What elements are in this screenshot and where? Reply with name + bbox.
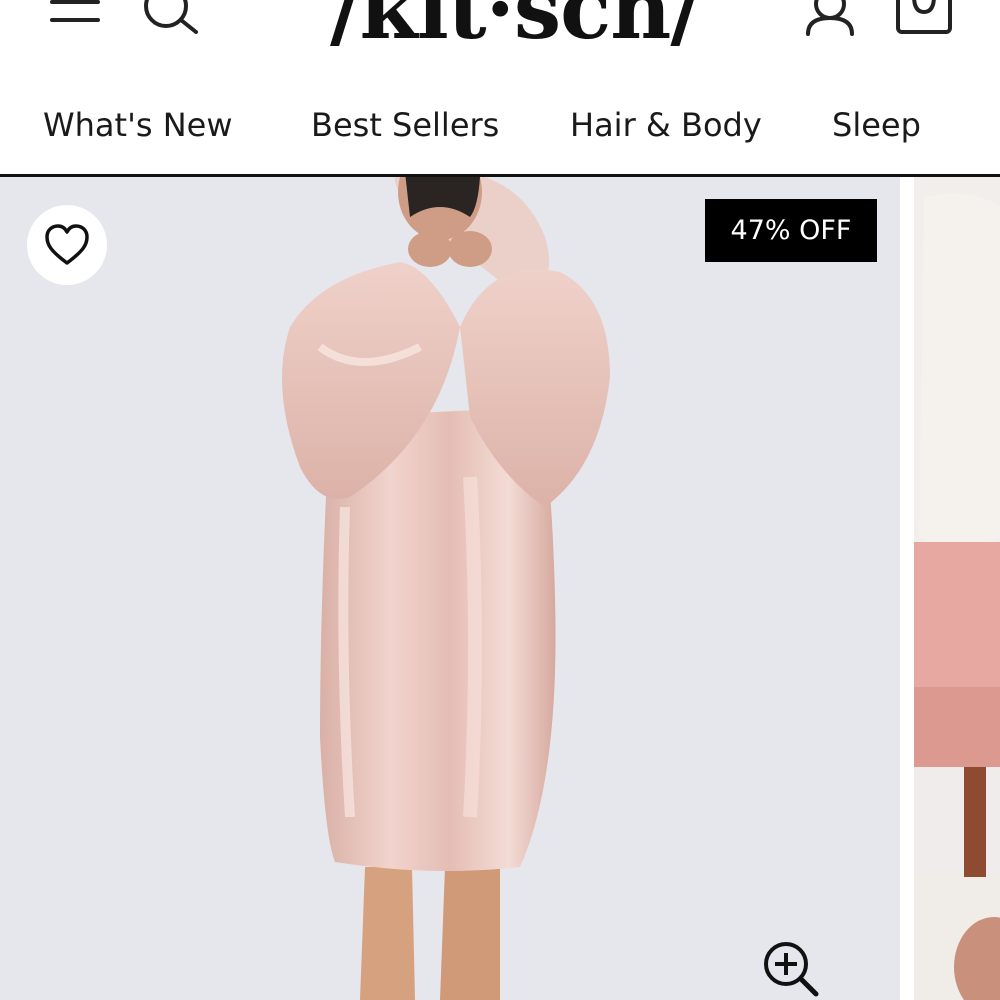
product-image[interactable] — [0, 177, 900, 1000]
shopping-bag-icon[interactable] — [892, 0, 956, 38]
nav-item-best-sellers[interactable]: Best Sellers — [311, 106, 499, 144]
nav-item-hair-body[interactable]: Hair & Body — [570, 106, 762, 144]
next-product-photo — [914, 177, 1000, 1000]
wishlist-button[interactable] — [27, 205, 107, 285]
search-icon[interactable] — [138, 0, 200, 38]
heart-outline-icon — [45, 224, 89, 265]
discount-badge: 47% OFF — [705, 199, 877, 262]
product-photo-illustration — [282, 177, 610, 1000]
brand-logo[interactable]: /kit·sch/ — [330, 0, 701, 54]
product-page: /kit·sch/ What's New Best Sellers Hair &… — [0, 0, 1000, 1000]
zoom-in-icon[interactable] — [760, 938, 820, 998]
nav-item-sleep[interactable]: Sleep — [832, 106, 921, 144]
user-account-icon[interactable] — [800, 0, 860, 38]
nav-item-whats-new[interactable]: What's New — [43, 106, 233, 144]
site-header: /kit·sch/ — [0, 0, 1000, 80]
category-nav: What's New Best Sellers Hair & Body Slee… — [0, 80, 1000, 174]
next-product-image[interactable] — [914, 177, 1000, 1000]
hamburger-menu-icon[interactable] — [50, 0, 102, 34]
